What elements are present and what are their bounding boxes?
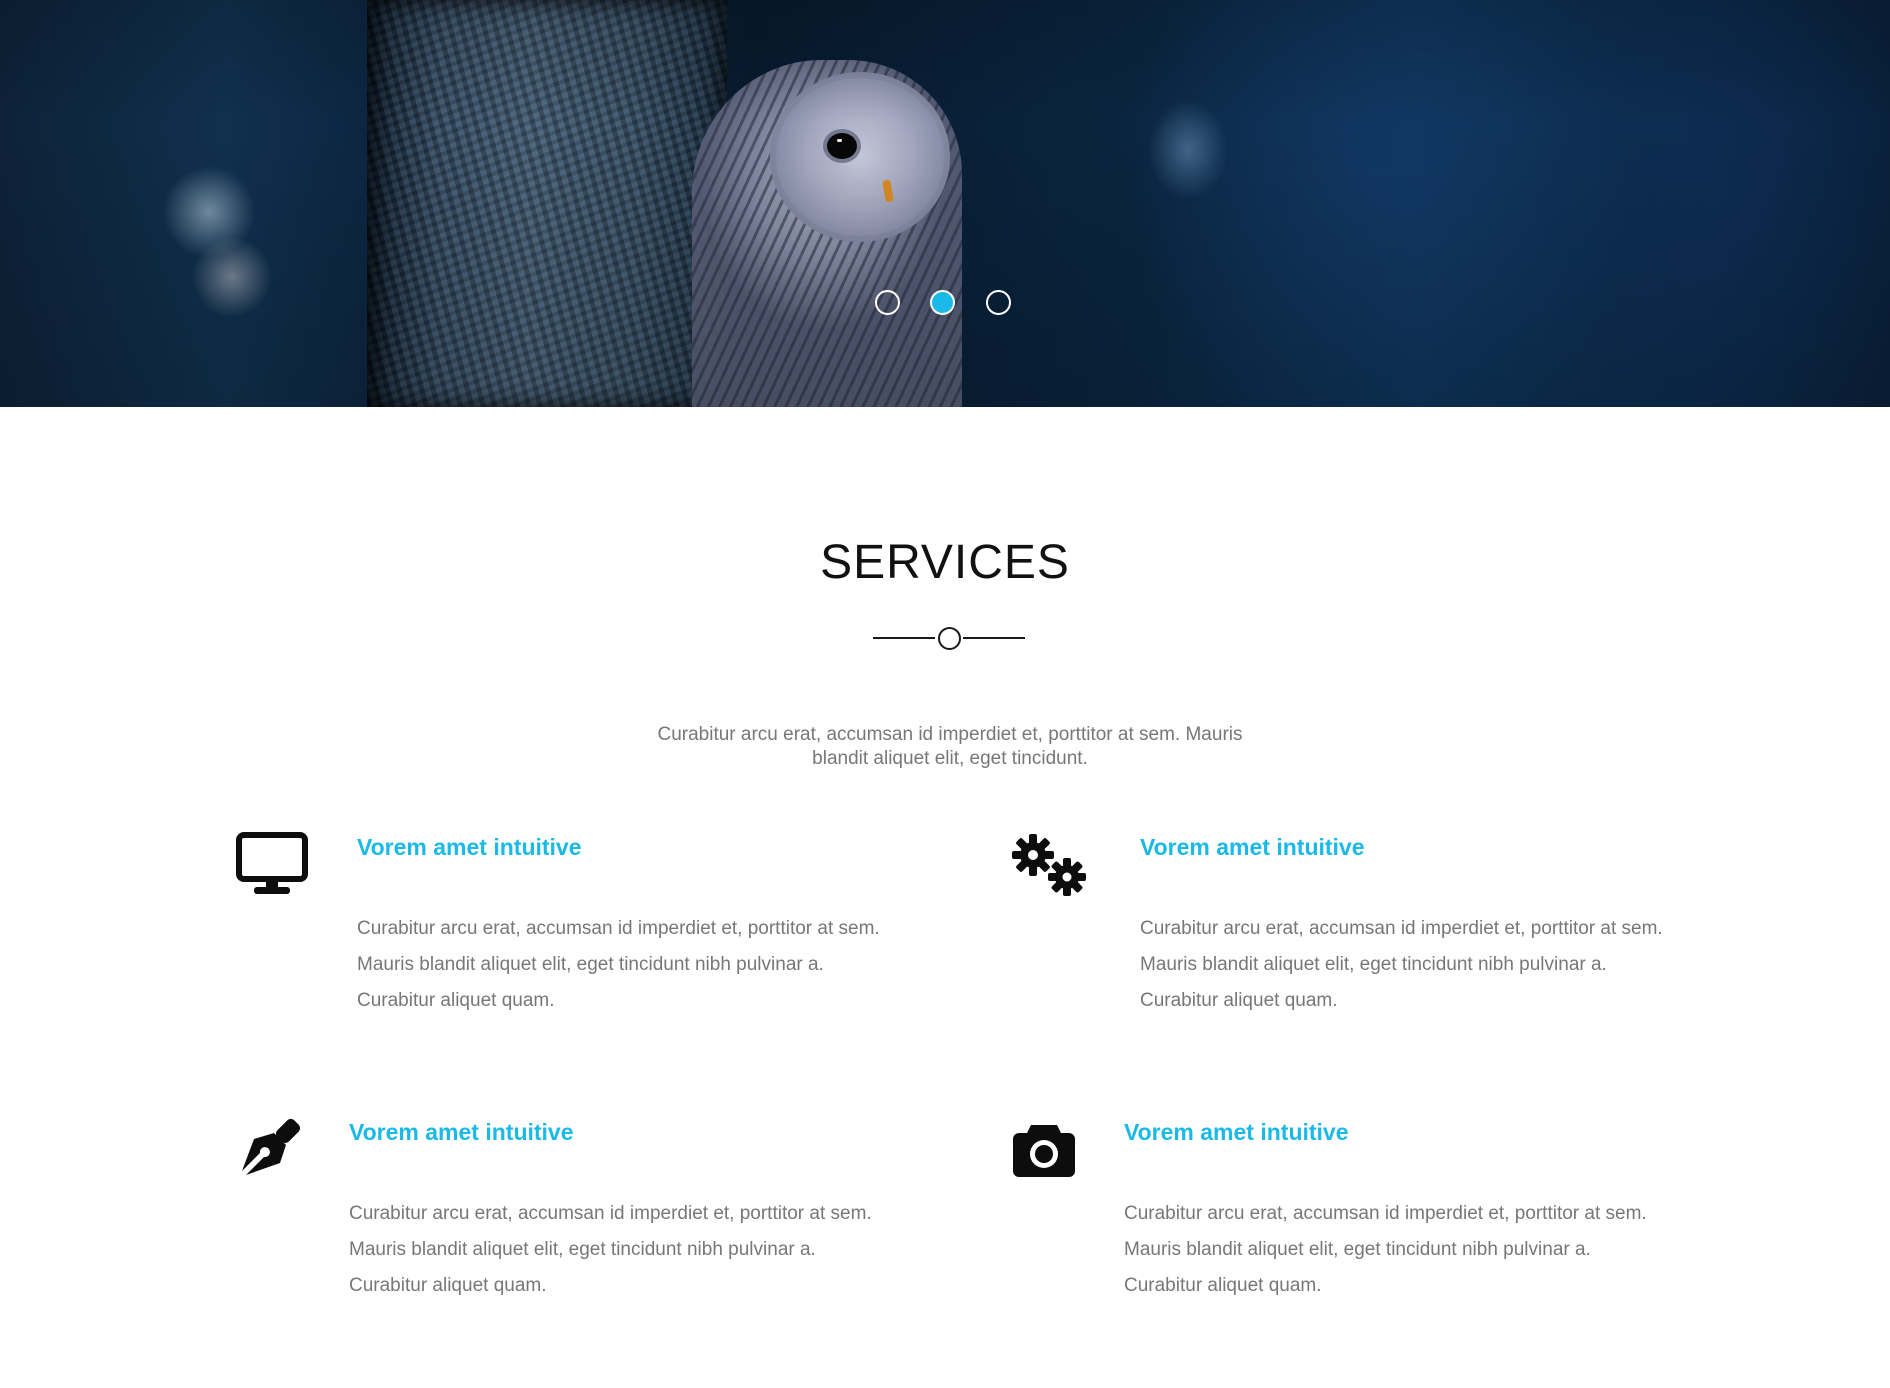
service-title: Vorem amet intuitive (349, 1119, 574, 1145)
service-title: Vorem amet intuitive (1124, 1119, 1349, 1145)
slider-dot-3[interactable] (986, 290, 1011, 315)
divider-line-right (963, 637, 1025, 639)
hero-slider (0, 0, 1890, 407)
section-intro: Curabitur arcu erat, accumsan id imperdi… (657, 724, 1243, 769)
divider-line-left (873, 637, 935, 639)
slider-pagination (0, 290, 1890, 316)
service-title: Vorem amet intuitive (357, 834, 582, 860)
service-title: Vorem amet intuitive (1140, 834, 1365, 860)
hero-overlay (0, 0, 1890, 407)
gears-icon (1011, 833, 1091, 902)
divider-circle (938, 627, 961, 650)
title-divider (873, 625, 1025, 653)
camera-icon (1011, 1121, 1077, 1184)
desktop-icon (236, 832, 308, 901)
service-description: Curabitur arcu erat, accumsan id imperdi… (349, 1203, 872, 1296)
slider-dot-1[interactable] (875, 290, 900, 315)
service-description: Curabitur arcu erat, accumsan id imperdi… (357, 918, 880, 1011)
slider-dot-2[interactable] (930, 290, 955, 315)
section-title: SERVICES (820, 536, 1070, 589)
service-description: Curabitur arcu erat, accumsan id imperdi… (1140, 918, 1663, 1011)
pen-nib-icon (236, 1117, 302, 1188)
service-description: Curabitur arcu erat, accumsan id imperdi… (1124, 1203, 1647, 1296)
